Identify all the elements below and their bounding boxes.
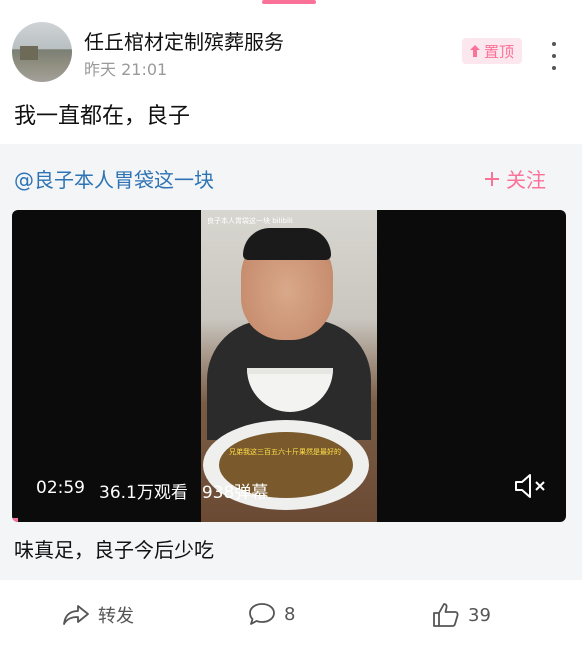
comment-button[interactable]: 8 xyxy=(248,602,295,626)
plus-icon xyxy=(485,171,499,186)
avatar[interactable] xyxy=(12,22,72,82)
forward-label: 转发 xyxy=(98,606,134,627)
action-bar: 转发 8 39 xyxy=(0,594,582,640)
video-danmaku: 938弹幕 xyxy=(201,483,269,503)
mute-icon[interactable] xyxy=(514,472,548,500)
video-duration: 02:59 xyxy=(36,478,85,498)
forward-icon xyxy=(63,605,89,625)
video-views: 36.1万观看 xyxy=(99,483,188,503)
pinned-label: 置顶 xyxy=(484,42,515,61)
video-frame-caption: 良子本人胃袋这一块 bilibili xyxy=(207,217,293,225)
follow-button[interactable]: 关注 xyxy=(484,164,546,193)
follow-label: 关注 xyxy=(506,168,546,192)
post-time: 昨天 21:01 xyxy=(84,60,168,79)
post-text: 我一直都在，良子 xyxy=(14,104,191,129)
video-info: 02:59 36.1万观看 938弹幕 xyxy=(36,478,268,503)
post-header: 任丘棺材定制殡葬服务 昨天 21:01 置顶 xyxy=(0,6,582,90)
like-button[interactable]: 39 xyxy=(432,602,491,628)
video-progress[interactable] xyxy=(12,518,18,522)
comment-count: 8 xyxy=(284,603,296,625)
comment-icon xyxy=(249,603,275,625)
forward-button[interactable]: 转发 xyxy=(62,602,134,628)
video-frame: 良子本人胃袋这一块 bilibili 兄弟我这三百五六十斤果然是最好的 xyxy=(201,210,377,522)
repost-card[interactable]: @良子本人胃袋这一块 关注 良子本人胃袋这一块 bilibili 兄弟我这三百五… xyxy=(0,144,582,580)
top-tab-indicator xyxy=(262,0,316,4)
like-count: 39 xyxy=(468,604,491,626)
video-player[interactable]: 良子本人胃袋这一块 bilibili 兄弟我这三百五六十斤果然是最好的 02:5… xyxy=(12,210,566,522)
more-icon[interactable] xyxy=(546,42,562,70)
author-name[interactable]: 任丘棺材定制殡葬服务 xyxy=(84,26,284,55)
like-icon xyxy=(433,603,459,627)
repost-text: 味真足，良子今后少吃 xyxy=(14,538,214,562)
video-figure-hair xyxy=(243,228,331,260)
video-frame-subtitle: 兄弟我这三百五六十斤果然是最好的 xyxy=(229,448,341,456)
repost-author[interactable]: @良子本人胃袋这一块 xyxy=(14,164,214,193)
pin-icon xyxy=(470,45,480,57)
pinned-badge: 置顶 xyxy=(462,38,523,64)
